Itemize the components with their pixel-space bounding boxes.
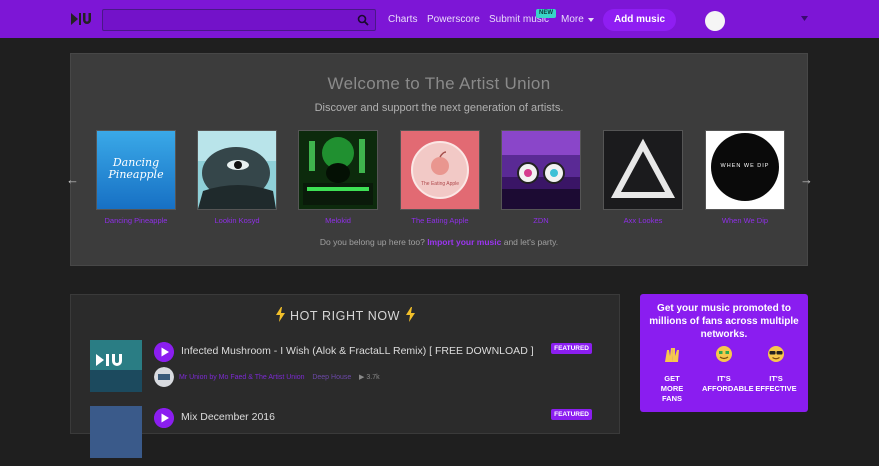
featured-badge: FEATURED [551, 343, 592, 354]
feature-label: IT'S AFFORDABLE [702, 374, 754, 393]
hot-right-now-title: HOT RIGHT NOW [289, 309, 401, 323]
raised-hands-icon [665, 348, 679, 362]
play-count-icon: ▶ [359, 374, 365, 381]
artist-cover[interactable] [197, 130, 277, 210]
nav-link-powerscore[interactable]: Powerscore [427, 14, 480, 26]
artist-cover[interactable]: The Eating Apple [400, 130, 480, 210]
uploader-link[interactable]: Mr Union by Mo Faed & The Artist Union [179, 374, 305, 381]
apple-logo-image [411, 141, 469, 199]
play-button[interactable] [154, 342, 174, 362]
lightning-bolt-icon [406, 307, 415, 322]
artist-card[interactable]: Melokid [298, 130, 378, 225]
user-menu-chevron-icon[interactable] [801, 16, 808, 21]
add-music-button[interactable]: Add music [603, 9, 676, 31]
artist-cover[interactable]: WHEN WE DIP [705, 130, 785, 210]
portrait-image [198, 131, 276, 209]
carousel-next-arrow-icon[interactable]: → [800, 172, 813, 187]
track-artwork-image [90, 340, 142, 392]
genre-tag[interactable]: Deep House [312, 374, 351, 381]
nav-link-more[interactable]: More [561, 14, 584, 26]
play-count: 3.7k [366, 374, 380, 381]
artist-name[interactable]: Lookin Kosyd [197, 216, 277, 225]
artist-card[interactable]: Lookin Kosyd [197, 130, 277, 225]
promotion-box[interactable]: Get your music promoted to millions of f… [640, 294, 808, 412]
promo-feature: IT'S AFFORDABLE [702, 346, 754, 394]
artist-card[interactable]: Dancing Pineapple Dancing Pineapple [96, 130, 176, 225]
cover-title: Dancing Pineapple [108, 156, 164, 181]
promo-headline: Get your music promoted to millions of f… [649, 303, 799, 340]
search-icon[interactable] [357, 14, 369, 26]
black-sphere-image [711, 133, 779, 201]
track-row[interactable]: Infected Mushroom - I Wish (Alok & Fract… [90, 340, 610, 400]
artist-card[interactable]: Axx Lookes [603, 130, 683, 225]
feature-label: IT'S EFFECTIVE [755, 374, 797, 393]
artist-cover[interactable]: Dancing Pineapple [96, 130, 176, 210]
artist-card[interactable]: WHEN WE DIP When We Dip [705, 130, 785, 225]
artist-card[interactable]: ZDN [501, 130, 581, 225]
search-input[interactable] [109, 12, 353, 30]
artist-union-logo[interactable] [70, 11, 92, 27]
artist-cover[interactable] [501, 130, 581, 210]
import-music-link[interactable]: Import your music [427, 237, 501, 247]
track-title[interactable]: Infected Mushroom - I Wish (Alok & Fract… [181, 345, 534, 357]
featured-badge: FEATURED [551, 409, 592, 420]
search-box[interactable] [102, 9, 376, 31]
artist-name[interactable]: The Eating Apple [400, 216, 480, 225]
artist-name[interactable]: Melokid [298, 216, 378, 225]
money-face-icon [716, 346, 732, 362]
welcome-title: Welcome to The Artist Union [327, 74, 551, 93]
promo-feature: IT'S EFFECTIVE [754, 346, 798, 394]
chevron-down-icon[interactable] [588, 18, 594, 22]
artist-name[interactable]: ZDN [501, 216, 581, 225]
artist-name[interactable]: When We Dip [705, 216, 785, 225]
track-meta: Mr Union by Mo Faed & The Artist Union D… [179, 373, 380, 381]
footer-prefix: Do you belong up here too? [319, 237, 425, 247]
carousel-prev-arrow-icon[interactable]: ← [66, 172, 79, 187]
welcome-footer: Do you belong up here too? Import your m… [71, 237, 807, 247]
sunglasses-face-icon [768, 346, 784, 362]
feature-label: GET MORE FANS [660, 374, 684, 403]
artist-cover[interactable] [298, 130, 378, 210]
dj-booth-image [299, 131, 377, 209]
track-title[interactable]: Mix December 2016 [181, 411, 275, 423]
footer-suffix: and let's party. [503, 237, 559, 247]
artist-name[interactable]: Dancing Pineapple [96, 216, 176, 225]
artist-name[interactable]: Axx Lookes [603, 216, 683, 225]
nav-link-charts[interactable]: Charts [388, 14, 417, 26]
cover-title: The Eating Apple [420, 181, 460, 187]
track-row[interactable]: Mix December 2016 FEATURED [90, 406, 610, 466]
artist-card[interactable]: The Eating Apple The Eating Apple [400, 130, 480, 225]
track-artwork[interactable] [90, 406, 142, 458]
hot-right-now-panel: HOT RIGHT NOW Infected Mushroom - I Wish… [70, 294, 620, 458]
top-navigation-bar: Charts Powerscore Submit music NEW More … [0, 0, 879, 38]
welcome-panel: Welcome to The Artist Union Discover and… [66, 53, 813, 266]
artist-cover[interactable] [603, 130, 683, 210]
cover-title: WHEN WE DIP [720, 163, 770, 169]
play-button[interactable] [154, 408, 174, 428]
welcome-subtitle: Discover and support the next generation… [314, 102, 564, 114]
user-avatar[interactable] [705, 11, 725, 31]
promo-feature: GET MORE FANS [650, 346, 694, 404]
uploader-avatar[interactable] [154, 367, 174, 387]
psychedelic-art-image [502, 131, 580, 209]
triangle-logo-image [604, 131, 682, 209]
track-artwork[interactable] [90, 340, 142, 392]
new-badge: NEW [536, 9, 556, 18]
